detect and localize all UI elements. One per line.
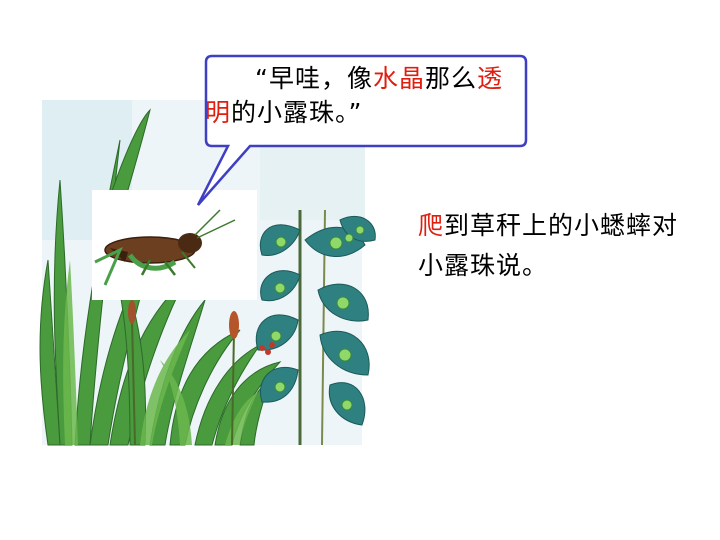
narration-highlight-climb: 爬: [418, 211, 445, 240]
narration-text: 爬到草秆上的小蟋蟀对小露珠说。: [418, 206, 693, 286]
bubble-text-part3: 的小露珠。”: [231, 98, 363, 127]
bubble-highlight-crystal: 水晶: [372, 64, 425, 93]
narration-body: 到草秆上的小蟋蟀对小露珠说。: [418, 211, 679, 280]
bubble-text-part2: 那么: [424, 64, 477, 93]
bubble-text-part1: 早哇，像: [268, 64, 373, 93]
open-quote: “: [255, 64, 269, 93]
speech-bubble-text: “早哇，像水晶那么透明的小露珠。”: [205, 62, 520, 130]
slide: “早哇，像水晶那么透明的小露珠。” 爬到草秆上的小蟋蟀对小露珠说。: [0, 0, 720, 540]
